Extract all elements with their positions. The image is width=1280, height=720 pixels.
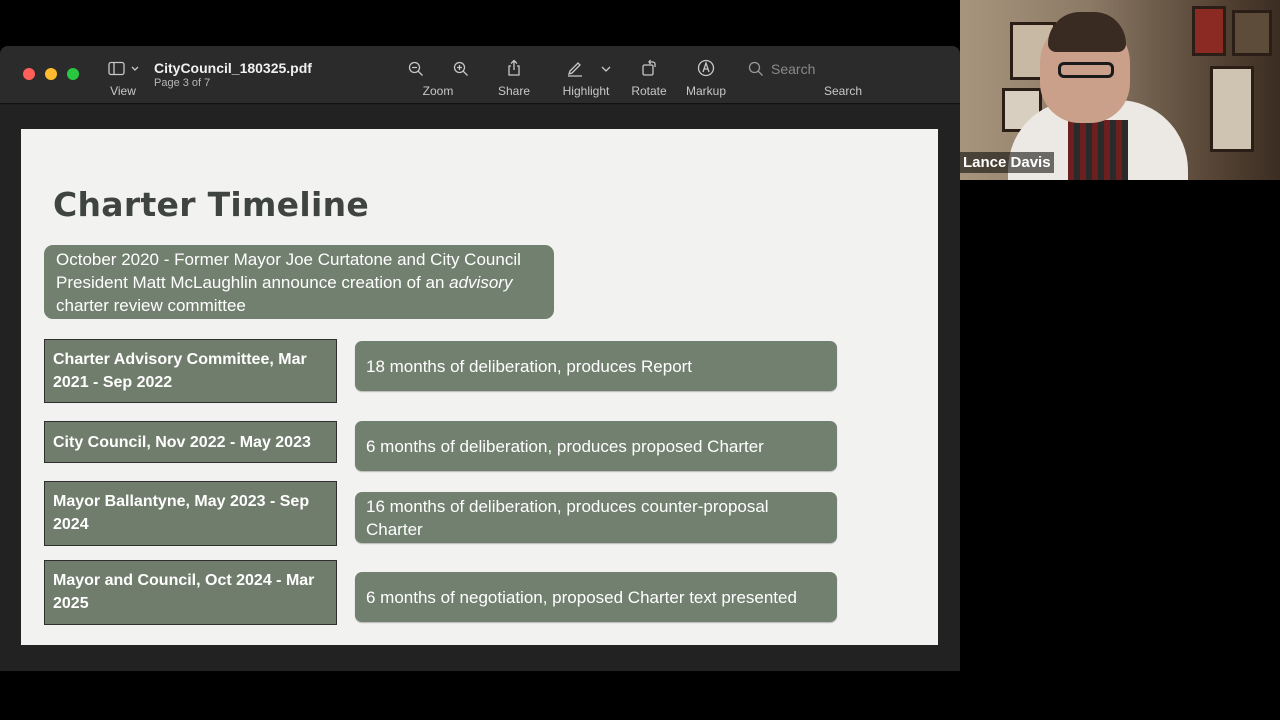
intro-line-2: President Matt McLaughlin announce creat… xyxy=(56,271,542,294)
intro-emphasis: advisory xyxy=(449,273,513,292)
slide-page: Charter Timeline October 2020 - Former M… xyxy=(21,129,938,645)
timeline-description: 6 months of deliberation, produces propo… xyxy=(355,421,837,471)
preview-window: View CityCouncil_180325.pdf Page 3 of 7 … xyxy=(0,46,960,671)
search-label: Search xyxy=(823,84,863,98)
participant-glasses xyxy=(1058,62,1114,78)
zoom-out-icon[interactable] xyxy=(408,61,424,77)
toolbar: View CityCouncil_180325.pdf Page 3 of 7 … xyxy=(0,46,960,104)
highlighter-icon xyxy=(567,62,582,77)
participant-shirt xyxy=(1068,120,1128,180)
zoom-in-icon[interactable] xyxy=(453,61,469,77)
view-label: View xyxy=(110,84,136,98)
zoom-label: Zoom xyxy=(422,84,454,98)
close-window-button[interactable] xyxy=(23,68,35,80)
search-control[interactable]: Search Search xyxy=(740,46,945,104)
highlight-button[interactable]: Highlight xyxy=(556,46,616,104)
view-button[interactable]: View xyxy=(104,46,142,104)
timeline-description: 6 months of negotiation, proposed Charte… xyxy=(355,572,837,622)
search-placeholder: Search xyxy=(771,61,816,77)
document-title: CityCouncil_180325.pdf xyxy=(154,60,312,76)
timeline-period: Mayor Ballantyne, May 2023 - Sep 2024 xyxy=(44,481,337,546)
share-label: Share xyxy=(497,84,531,98)
chevron-down-icon[interactable] xyxy=(601,65,611,73)
markup-button[interactable]: Markup xyxy=(682,46,730,104)
share-icon xyxy=(508,59,520,76)
participant-video-tile[interactable]: Lance Davis xyxy=(960,0,1280,180)
timeline-description: 18 months of deliberation, produces Repo… xyxy=(355,341,837,391)
markup-pen-icon xyxy=(697,59,715,77)
timeline-period: City Council, Nov 2022 - May 2023 xyxy=(44,421,337,463)
sidebar-icon xyxy=(108,61,139,76)
slide-title: Charter Timeline xyxy=(53,185,370,224)
search-icon xyxy=(748,61,763,76)
intro-line-3: charter review committee xyxy=(56,296,246,315)
zoom-button[interactable]: Zoom xyxy=(400,46,476,104)
wall-picture xyxy=(1232,10,1272,56)
intro-line-1: October 2020 - Former Mayor Joe Curtaton… xyxy=(56,250,521,269)
timeline-period: Mayor and Council, Oct 2024 - Mar 2025 xyxy=(44,560,337,625)
rotate-label: Rotate xyxy=(631,84,667,98)
intro-box: October 2020 - Former Mayor Joe Curtaton… xyxy=(44,245,554,319)
search-input[interactable]: Search xyxy=(740,58,945,80)
highlight-label: Highlight xyxy=(562,84,610,98)
markup-label: Markup xyxy=(685,84,726,98)
wall-picture xyxy=(1192,6,1226,56)
share-button[interactable]: Share xyxy=(492,46,536,104)
page-indicator: Page 3 of 7 xyxy=(154,77,211,89)
zoom-window-button[interactable] xyxy=(67,68,79,80)
document-area[interactable]: Charter Timeline October 2020 - Former M… xyxy=(0,105,960,671)
wall-picture xyxy=(1210,66,1254,152)
participant-name: Lance Davis xyxy=(960,152,1054,173)
timeline-description: 16 months of deliberation, produces coun… xyxy=(355,492,837,543)
timeline-period: Charter Advisory Committee, Mar 2021 - S… xyxy=(44,339,337,403)
minimize-window-button[interactable] xyxy=(45,68,57,80)
intro-line-2-text: President Matt McLaughlin announce creat… xyxy=(56,273,450,292)
rotate-button[interactable]: Rotate xyxy=(626,46,672,104)
rotate-icon xyxy=(642,59,656,76)
